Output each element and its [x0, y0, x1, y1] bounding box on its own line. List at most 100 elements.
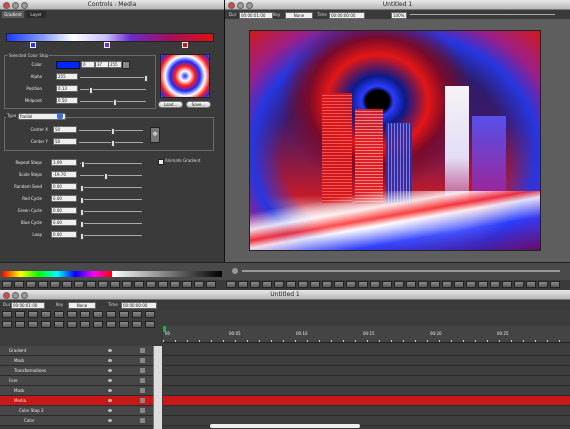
dur-field[interactable]: 00:00:01:00 — [239, 12, 273, 19]
center-x-slider[interactable] — [79, 128, 143, 135]
zoom-out-icon[interactable] — [232, 268, 238, 274]
random-seed-slider[interactable] — [80, 185, 142, 192]
lock-icon[interactable] — [140, 398, 145, 403]
grayscale-ramp[interactable] — [112, 271, 222, 277]
play-icon[interactable] — [238, 281, 248, 288]
canvas-image[interactable] — [249, 30, 541, 251]
rewind-icon[interactable] — [286, 281, 296, 288]
dur-field[interactable]: 00:00:01:00 — [11, 302, 45, 309]
toolbar-button[interactable] — [182, 281, 192, 288]
toolbar-button[interactable] — [54, 311, 64, 318]
toolbar-button[interactable] — [80, 311, 90, 318]
track-row[interactable]: Media — [0, 396, 153, 406]
scrubber-track[interactable] — [242, 270, 560, 272]
toolbar-button[interactable] — [14, 281, 24, 288]
toolbar-button[interactable] — [170, 281, 180, 288]
random-seed-field[interactable]: 0.00 — [51, 183, 77, 190]
zoom-icon[interactable] — [21, 292, 28, 299]
viewer-titlebar[interactable]: Untitled 1 — [225, 0, 570, 10]
loop-icon[interactable] — [262, 281, 272, 288]
key-field[interactable]: None — [68, 302, 96, 309]
lock-icon[interactable] — [140, 368, 145, 373]
color-stop-marker[interactable] — [30, 42, 36, 48]
color-stop-marker[interactable] — [182, 42, 188, 48]
zoom-field[interactable]: 100% — [391, 12, 407, 19]
fast-forward-icon[interactable] — [250, 281, 260, 288]
eye-icon[interactable] — [108, 419, 112, 422]
color-stop-marker[interactable] — [104, 42, 110, 48]
toolbar-button[interactable] — [145, 321, 155, 328]
track-lane[interactable] — [163, 386, 570, 396]
eye-icon[interactable] — [108, 389, 112, 392]
gradient-bar[interactable] — [6, 33, 214, 42]
load-button[interactable]: Load... — [158, 101, 183, 108]
fast-forward-icon[interactable] — [370, 281, 380, 288]
loop-field[interactable]: 0.00 — [51, 231, 77, 238]
repeat-steps-slider[interactable] — [80, 161, 142, 168]
toolbar-button[interactable] — [93, 321, 103, 328]
toolbar-button[interactable] — [2, 321, 12, 328]
toolbar-button[interactable] — [158, 281, 168, 288]
toolbar-button[interactable] — [67, 321, 77, 328]
play-icon[interactable] — [298, 281, 308, 288]
color-r-field[interactable]: 0 — [81, 61, 95, 68]
track-lane[interactable] — [163, 376, 570, 386]
toolbar-button[interactable] — [54, 321, 64, 328]
center-y-field[interactable]: 50 — [53, 138, 77, 145]
fast-forward-icon[interactable] — [310, 281, 320, 288]
time-field[interactable]: 00:00:00:00 — [329, 12, 365, 19]
rewind-icon[interactable] — [466, 281, 476, 288]
toolbar-button[interactable] — [38, 281, 48, 288]
loop-slider[interactable] — [80, 233, 142, 240]
minimize-icon[interactable] — [12, 292, 19, 299]
midpoint-slider[interactable] — [80, 99, 146, 106]
loop-icon[interactable] — [442, 281, 452, 288]
toolbar-button[interactable] — [146, 281, 156, 288]
eye-icon[interactable] — [108, 379, 112, 382]
toolbar-button[interactable] — [194, 281, 204, 288]
toolbar-button[interactable] — [62, 281, 72, 288]
minimize-icon[interactable] — [237, 2, 244, 9]
toolbar-button[interactable] — [93, 311, 103, 318]
toolbar-button[interactable] — [41, 311, 51, 318]
track-lane[interactable] — [163, 366, 570, 376]
position-field[interactable]: 0.13 — [56, 85, 78, 92]
center-x-field[interactable]: 50 — [53, 126, 77, 133]
toolbar-button[interactable] — [86, 281, 96, 288]
lock-icon[interactable] — [140, 378, 145, 383]
lock-icon[interactable] — [140, 418, 145, 423]
tab-gradient[interactable]: Gradient — [2, 11, 24, 18]
lock-icon[interactable] — [140, 358, 145, 363]
track-row[interactable]: Color Stop 2 — [0, 406, 153, 416]
lock-icon[interactable] — [140, 408, 145, 413]
time-field[interactable]: 00:00:00:00 — [121, 302, 157, 309]
rewind-icon[interactable] — [526, 281, 536, 288]
track-row[interactable]: Mask — [0, 356, 153, 366]
animate-gradient-checkbox[interactable] — [158, 159, 164, 165]
track-row[interactable]: Gradient — [0, 346, 153, 356]
timeline-titlebar[interactable]: Untitled 1 — [0, 290, 570, 300]
close-icon[interactable] — [3, 2, 10, 9]
zoom-icon[interactable] — [21, 2, 28, 9]
rewind-icon[interactable] — [406, 281, 416, 288]
fast-forward-icon[interactable] — [490, 281, 500, 288]
eye-icon[interactable] — [108, 409, 112, 412]
track-row[interactable]: Transformations — [0, 366, 153, 376]
toolbar-button[interactable] — [15, 321, 25, 328]
toolbar-button[interactable] — [132, 321, 142, 328]
toolbar-button[interactable] — [74, 281, 84, 288]
red-cycle-slider[interactable] — [80, 197, 142, 204]
track-lane[interactable] — [163, 406, 570, 416]
controls-titlebar[interactable]: Controls : Media — [0, 0, 224, 10]
alpha-field[interactable]: 255 — [56, 73, 78, 80]
toolbar-button[interactable] — [28, 321, 38, 328]
blue-cycle-slider[interactable] — [80, 221, 142, 228]
toolbar-button[interactable] — [119, 321, 129, 328]
toolbar-button[interactable] — [98, 281, 108, 288]
toolbar-button[interactable] — [80, 321, 90, 328]
lock-icon[interactable] — [140, 348, 145, 353]
rewind-icon[interactable] — [346, 281, 356, 288]
track-row[interactable]: Fore — [0, 376, 153, 386]
toolbar-button[interactable] — [2, 311, 12, 318]
eye-icon[interactable] — [108, 359, 112, 362]
